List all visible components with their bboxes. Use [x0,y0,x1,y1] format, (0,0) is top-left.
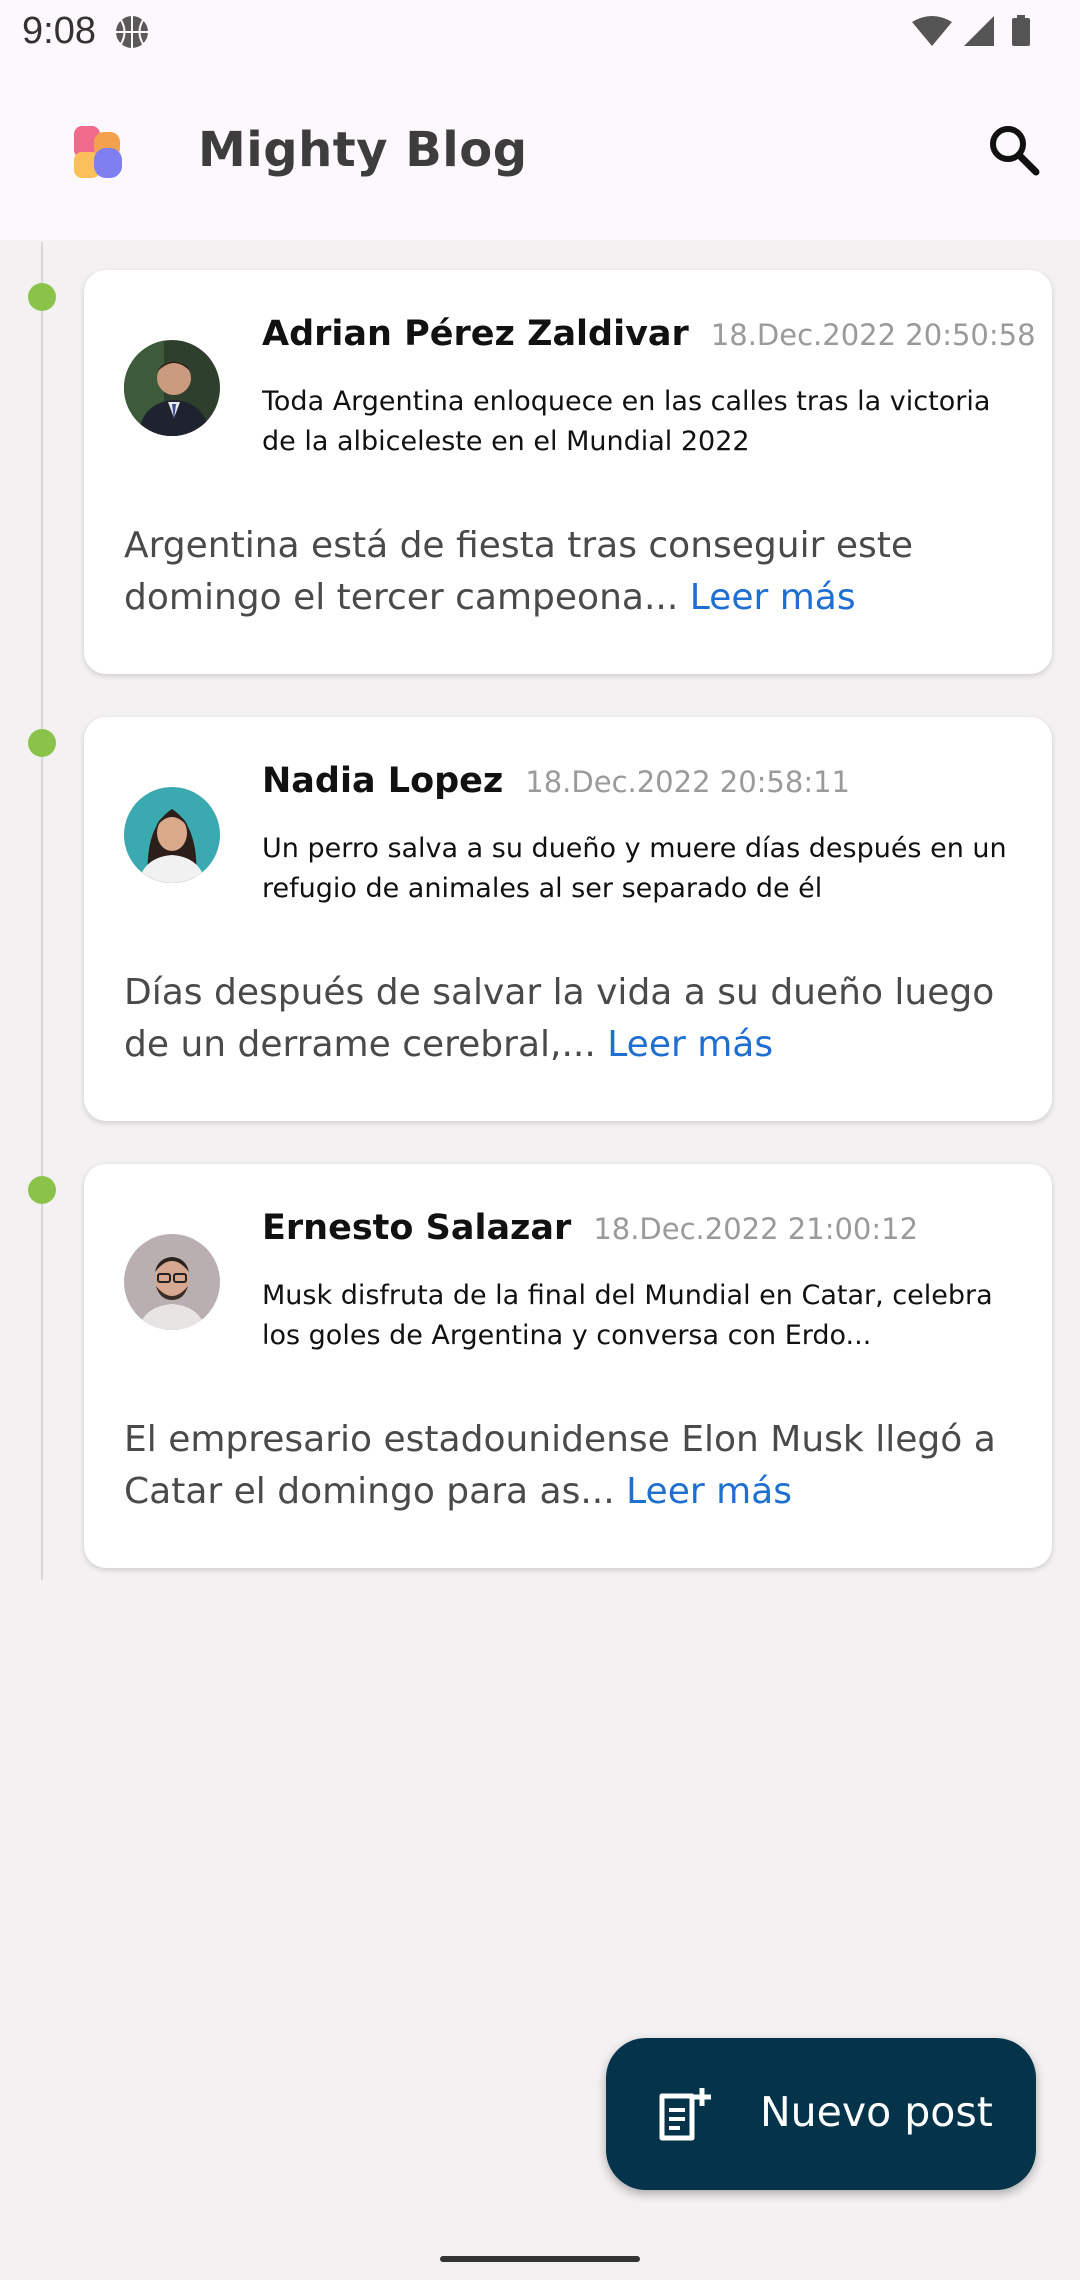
new-post-label: Nuevo post [760,2088,993,2136]
home-indicator[interactable] [440,2256,640,2262]
author-name: Ernesto Salazar 18.Dec.2022 21:00:12 [262,1208,918,1248]
status-time: 9:08 [22,10,96,52]
author-avatar [124,340,220,436]
status-icons [912,15,1030,46]
author-name-text: Adrian Pérez Zaldivar [262,314,689,354]
timeline-dot [28,1176,56,1204]
timeline-line [41,242,43,1580]
timeline-dot [28,283,56,311]
wifi-icon [912,16,952,46]
post-headline: Un perro salva a su dueño y muere días d… [262,833,1007,904]
author-avatar [124,787,220,883]
app-title: Mighty Blog [198,122,528,178]
post-excerpt: Días después de salvar la vida a su dueñ… [124,967,1014,1071]
author-name-text: Ernesto Salazar [262,1208,572,1248]
app-bar: Mighty Blog [0,66,1080,240]
post-date: 18.Dec.2022 20:50:58 [710,318,1036,352]
post-date: 18.Dec.2022 21:00:12 [593,1212,919,1246]
post-excerpt: El empresario estadounidense Elon Musk l… [124,1414,1014,1518]
post-headline: Toda Argentina enloquece en las calles t… [262,386,991,457]
post-excerpt: Argentina está de fiesta tras conseguir … [124,520,1014,624]
author-avatar [124,1234,220,1330]
search-icon [990,126,1040,176]
author-name: Adrian Pérez Zaldivar 18.Dec.2022 20:50:5… [262,314,1036,354]
search-button[interactable] [984,120,1044,180]
read-more-link[interactable]: Leer más [607,1024,773,1065]
post-date: 18.Dec.2022 20:58:11 [525,765,851,799]
post-card[interactable]: Nadia Lopez 18.Dec.2022 20:58:11 Un perro… [84,717,1052,1121]
post-card[interactable]: Adrian Pérez Zaldivar 18.Dec.2022 20:50:5… [84,270,1052,674]
author-name-text: Nadia Lopez [262,761,504,801]
status-bar: 9:08 [0,0,1080,66]
basketball-notification-icon [116,16,148,48]
read-more-link[interactable]: Leer más [626,1471,792,1512]
read-more-link[interactable]: Leer más [690,577,856,618]
post-card[interactable]: Ernesto Salazar 18.Dec.2022 21:00:12 Musk… [84,1164,1052,1568]
post-headline: Musk disfruta de la final del Mundial en… [262,1280,993,1351]
excerpt-text: El empresario estadounidense Elon Musk l… [124,1419,996,1512]
new-post-icon [659,2088,711,2141]
timeline-dot [28,729,56,757]
signal-icon [964,16,994,46]
app-logo-icon [74,126,122,178]
author-name: Nadia Lopez 18.Dec.2022 20:58:11 [262,761,850,801]
new-post-button[interactable]: Nuevo post [606,2038,1036,2190]
battery-icon [1012,18,1030,46]
excerpt-text: Días después de salvar la vida a su dueñ… [124,972,995,1065]
